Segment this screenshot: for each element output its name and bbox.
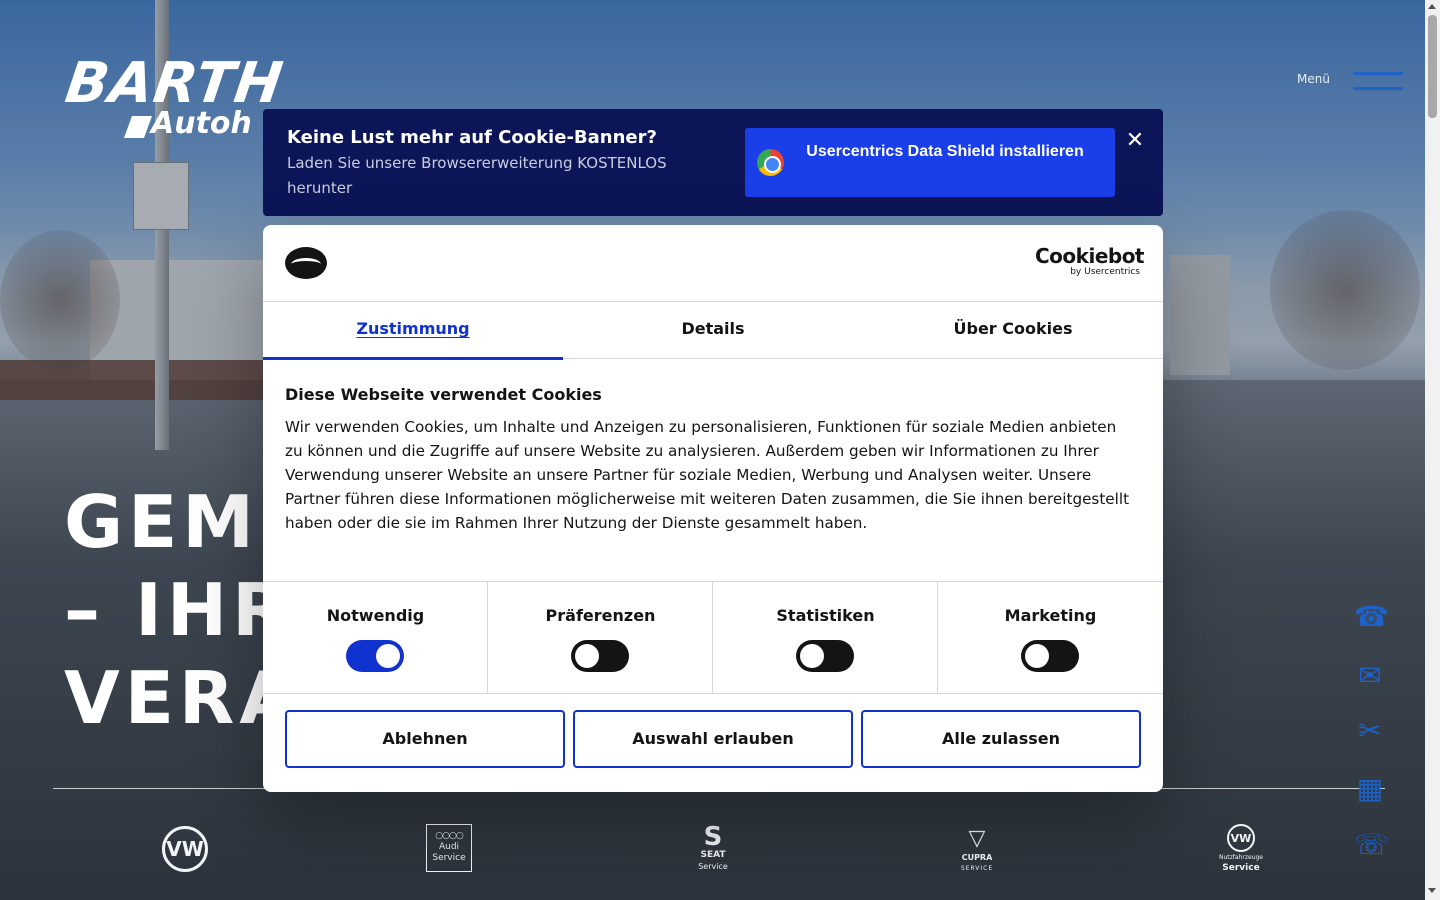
usercentrics-data-shield-banner: Keine Lust mehr auf Cookie-Banner? Laden… — [263, 109, 1163, 216]
category-label: Marketing — [1004, 606, 1097, 625]
seat-logo-icon: S — [703, 822, 723, 852]
cookie-dialog-tabs: Zustimmung Details Über Cookies — [263, 302, 1163, 360]
toggle-notwendig[interactable] — [346, 640, 404, 672]
mail-icon[interactable]: ✉ — [1354, 660, 1386, 692]
whatsapp-icon[interactable]: ☏ — [1354, 829, 1389, 861]
cookiebot-logo-icon — [285, 247, 327, 279]
toggle-statistiken[interactable] — [796, 640, 854, 672]
cookie-dialog-actions: Ablehnen Auswahl erlauben Alle zulassen — [285, 710, 1141, 768]
cupra-logo-icon: ▽ — [968, 826, 986, 851]
install-data-shield-label: Usercentrics Data Shield installieren — [806, 143, 1084, 160]
cookiebot-brand[interactable]: Cookiebot by Usercentrics — [1035, 245, 1145, 278]
service-tools-icon[interactable]: ✂ — [1354, 715, 1386, 747]
audi-logo-icon: ○○○○ Audi Service — [426, 824, 472, 872]
category-praeferenzen: Präferenzen — [488, 582, 713, 694]
cookie-dialog-body: Diese Webseite verwendet Cookies Wir ver… — [285, 385, 1135, 535]
category-marketing: Marketing — [938, 582, 1163, 694]
cookie-categories: Notwendig Präferenzen Statistiken Market… — [263, 581, 1163, 694]
chrome-icon — [757, 149, 784, 176]
hamburger-menu-icon[interactable] — [1353, 72, 1403, 92]
category-label: Notwendig — [326, 606, 425, 625]
vw-logo-icon: VW — [162, 826, 208, 872]
brand-vw-nutzfahrzeuge-logo[interactable]: VW Nutzfahrzeuge Service — [1214, 824, 1268, 874]
brand-cupra-service-logo[interactable]: ▽ CUPRA SERVICE — [952, 826, 1002, 874]
page-scrollbar[interactable] — [1425, 0, 1440, 900]
phone-icon[interactable]: ☎ — [1354, 601, 1389, 633]
decline-button[interactable]: Ablehnen — [285, 710, 565, 768]
uc-banner-text: Laden Sie unsere Browsererweiterung KOST… — [287, 154, 667, 197]
scrollbar-thumb[interactable] — [1428, 15, 1437, 118]
tab-ueber-cookies[interactable]: Über Cookies — [863, 302, 1163, 359]
tab-details[interactable]: Details — [563, 302, 863, 359]
brand-seat-service-logo[interactable]: S SEAT Service — [689, 824, 737, 872]
toggle-marketing[interactable] — [1021, 640, 1079, 672]
logo-slash — [123, 116, 153, 138]
calendar-icon[interactable]: ▦ — [1354, 773, 1386, 805]
scroll-up-arrow-icon[interactable] — [1428, 4, 1436, 9]
uc-banner-title: Keine Lust mehr auf Cookie-Banner? — [287, 127, 657, 148]
category-label: Statistiken — [776, 606, 875, 625]
vw-nutzfahrzeuge-logo-icon: VW — [1227, 824, 1255, 852]
allow-all-button[interactable]: Alle zulassen — [861, 710, 1141, 768]
install-data-shield-button[interactable]: Usercentrics Data Shield installieren — [745, 128, 1115, 197]
logo-sub-text: Autoh — [151, 106, 252, 141]
cookie-dialog-header: Cookiebot by Usercentrics — [263, 225, 1163, 302]
toggle-praeferenzen[interactable] — [571, 640, 629, 672]
allow-selection-button[interactable]: Auswahl erlauben — [573, 710, 853, 768]
brand-vw-logo[interactable]: VW — [162, 826, 208, 872]
tab-zustimmung[interactable]: Zustimmung — [263, 302, 563, 360]
cookie-dialog-description: Wir verwenden Cookies, um Inhalte und An… — [285, 418, 1130, 532]
close-icon[interactable]: ✕ — [1123, 129, 1147, 153]
scroll-down-arrow-icon[interactable] — [1428, 888, 1436, 893]
cookie-consent-dialog: Cookiebot by Usercentrics Zustimmung Det… — [263, 225, 1163, 792]
category-notwendig: Notwendig — [263, 582, 488, 694]
logo-main-text: BARTH — [61, 51, 288, 116]
category-statistiken: Statistiken — [713, 582, 938, 694]
menu-label[interactable]: Menü — [1297, 72, 1330, 86]
cookie-dialog-heading: Diese Webseite verwendet Cookies — [285, 385, 602, 404]
brand-audi-service-logo[interactable]: ○○○○ Audi Service — [426, 824, 472, 872]
category-label: Präferenzen — [545, 606, 656, 625]
